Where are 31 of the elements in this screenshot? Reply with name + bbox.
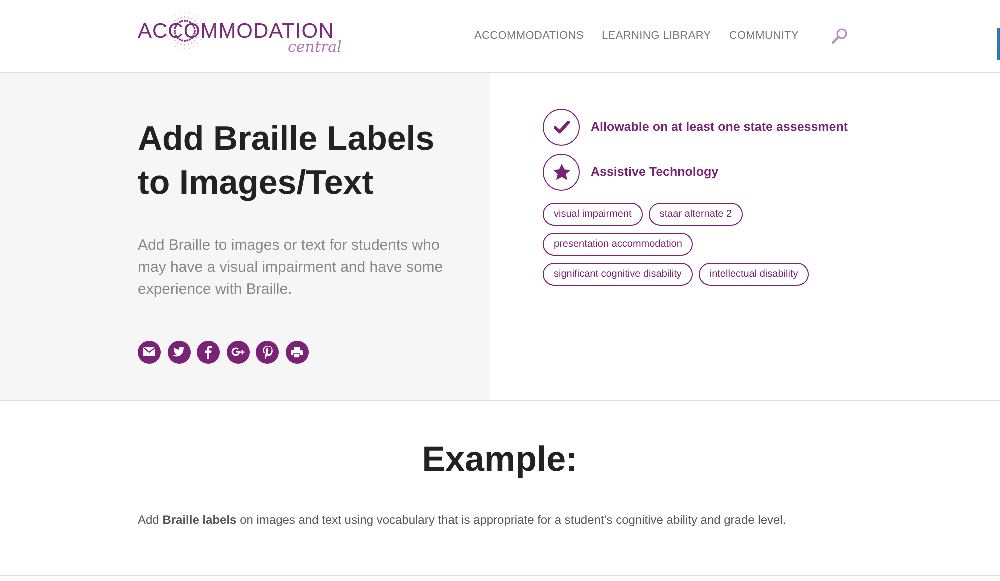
print-share-button[interactable] <box>286 340 308 364</box>
search-icon[interactable] <box>831 28 848 44</box>
logo-subtitle: central <box>288 40 342 55</box>
example-text: Add Braille labels on images and text using vocabulary that is appropriate for a student’s cognitive ability and grade level. <box>138 512 788 529</box>
description: Add Braille to images or text for students who may have a visual impairment and have some experience with Braille. <box>138 236 444 300</box>
tag[interactable]: significant cognitive disability <box>543 263 693 286</box>
logo-text[interactable]: ACCOMMODATION <box>138 21 342 42</box>
star-icon <box>552 164 570 181</box>
email-share-button[interactable] <box>138 340 161 364</box>
twitter-share-button[interactable] <box>168 340 190 364</box>
page-title: Add Braille Labels to Images/Text <box>138 119 436 204</box>
tag[interactable]: intellectual disability <box>698 263 810 286</box>
envelope-icon <box>143 347 156 358</box>
pinterest-share-button[interactable] <box>256 340 279 364</box>
printer-icon <box>291 346 303 358</box>
google-plus-icon <box>230 347 246 358</box>
feature-label: Assistive Technology <box>591 164 719 182</box>
pinterest-icon <box>262 346 272 359</box>
googleplus-share-button[interactable] <box>226 340 250 364</box>
tag[interactable]: presentation accommodation <box>543 233 694 256</box>
bird-icon <box>173 347 185 358</box>
nav-link[interactable]: COMMUNITY <box>729 28 799 44</box>
facebook-share-button[interactable] <box>197 340 220 364</box>
check-icon <box>554 121 570 134</box>
feature-label: Allowable on at least one state assessment <box>591 119 848 136</box>
facebook-icon <box>205 346 212 359</box>
tag[interactable]: visual impairment <box>543 203 643 226</box>
tag[interactable]: staar alternate 2 <box>648 203 744 226</box>
nav-link[interactable]: ACCOMMODATIONS <box>474 28 584 44</box>
section-heading: Example: <box>421 439 579 481</box>
nav-link[interactable]: LEARNING LIBRARY <box>602 28 712 44</box>
